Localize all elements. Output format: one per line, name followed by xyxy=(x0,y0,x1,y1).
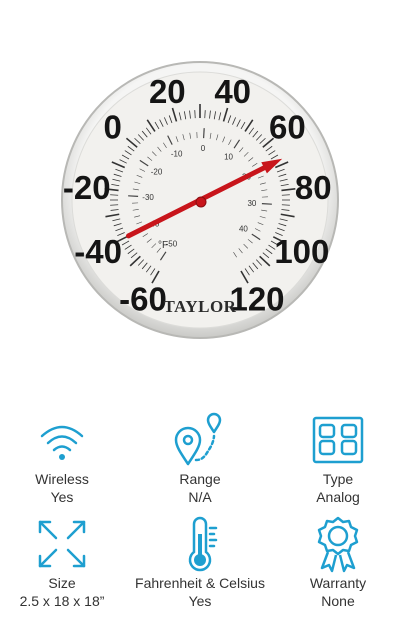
inner-scale-label: 40 xyxy=(239,225,248,234)
outer-scale-label: -40 xyxy=(74,233,122,270)
inner-tick xyxy=(261,203,272,205)
spec-type: Type Analog xyxy=(268,410,400,506)
spec-value: 2.5 x 18 x 18” xyxy=(19,593,105,609)
inner-scale-label: -20 xyxy=(151,167,163,176)
outer-scale-label: 40 xyxy=(214,73,251,110)
spec-value: N/A xyxy=(188,489,212,505)
inner-tick xyxy=(203,128,205,139)
digital-display-icon xyxy=(312,416,364,464)
inner-scale-label: -30 xyxy=(142,193,154,202)
outer-scale-label: 120 xyxy=(229,281,284,318)
outer-scale-label: -60 xyxy=(119,281,167,318)
inner-scale-label: 10 xyxy=(224,153,233,162)
inner-scale-label: 0 xyxy=(201,144,206,153)
spec-label: Type xyxy=(322,471,354,487)
spec-value: Yes xyxy=(188,593,212,609)
spec-warranty: Warranty None xyxy=(268,514,400,610)
outer-scale-label: 60 xyxy=(269,109,306,146)
product-image: -60-40-20020406080100120 -50-40-30-20-10… xyxy=(0,0,400,400)
unit-mark: °F xyxy=(158,240,168,251)
spec-size: Size 2.5 x 18 x 18” xyxy=(0,514,132,610)
spec-value: None xyxy=(321,593,355,609)
spec-label: Fahrenheit & Celsius xyxy=(135,575,265,591)
spec-value: Yes xyxy=(50,489,74,505)
outer-scale-label: 20 xyxy=(149,73,186,110)
spec-fahrenheit-celsius: Fahrenheit & Celsius Yes xyxy=(130,514,270,610)
spec-label: Range xyxy=(179,471,221,487)
outer-scale-label: -20 xyxy=(63,169,111,206)
inner-scale-label: 30 xyxy=(247,199,256,208)
thermometer-dial: -60-40-20020406080100120 -50-40-30-20-10… xyxy=(61,61,339,339)
expand-arrows-icon xyxy=(38,520,86,568)
inner-scale-label: -10 xyxy=(171,150,183,159)
outer-scale-label: 80 xyxy=(295,169,332,206)
spec-label: Warranty xyxy=(309,575,367,591)
outer-scale-label: 0 xyxy=(103,109,121,146)
outer-scale-label: 100 xyxy=(274,233,329,270)
thermometer-icon xyxy=(188,516,218,572)
location-pin-icon xyxy=(174,412,222,466)
award-ribbon-icon xyxy=(317,516,359,573)
spec-value: Analog xyxy=(316,489,360,505)
spec-grid: Wireless Yes Range N/A Type Analog Size … xyxy=(0,400,400,628)
spec-range: Range N/A xyxy=(130,410,270,506)
spec-label: Wireless xyxy=(35,471,89,487)
inner-tick xyxy=(128,195,139,197)
brand-logo: TAYLOR xyxy=(164,297,237,316)
wifi-icon xyxy=(40,425,84,460)
spec-wireless: Wireless Yes xyxy=(0,410,132,506)
spec-label: Size xyxy=(48,575,76,591)
